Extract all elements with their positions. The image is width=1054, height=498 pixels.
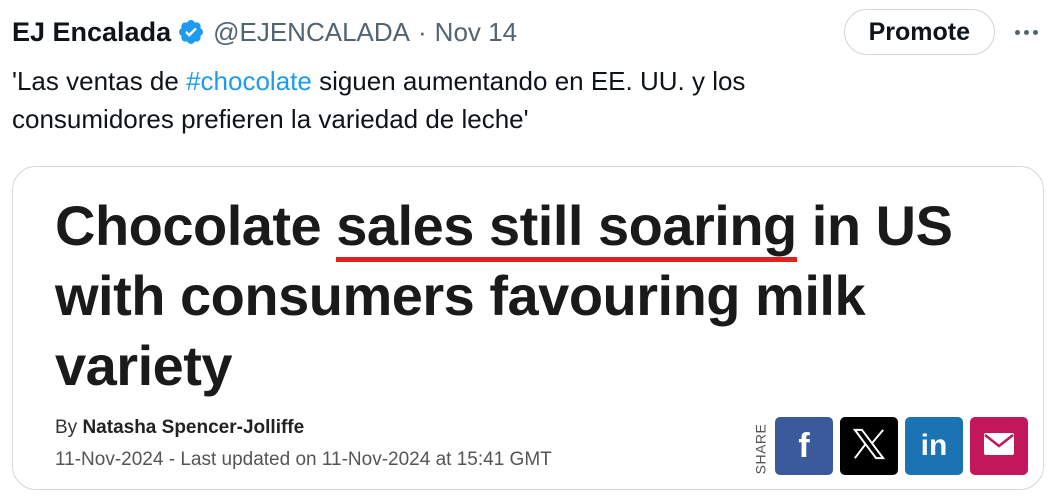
tweet-text-part: 'Las ventas de <box>12 66 187 96</box>
author-handle[interactable]: @EJENCALADA <box>213 17 410 48</box>
author-name[interactable]: EJ Encalada <box>12 17 171 48</box>
article-headline[interactable]: Chocolate sales still soaring in US with… <box>55 191 995 401</box>
link-card[interactable]: Chocolate sales still soaring in US with… <box>12 166 1044 490</box>
promote-button[interactable]: Promote <box>843 9 995 55</box>
byline-prefix: By <box>55 417 83 438</box>
linkedin-share-button[interactable]: in <box>905 417 963 475</box>
tweet-text: 'Las ventas de #chocolate siguen aumenta… <box>12 62 912 138</box>
tweet-header: EJ Encalada @EJENCALADA · Nov 14 Promote <box>12 9 1042 55</box>
byline-author: Natasha Spencer-Jolliffe <box>82 417 305 438</box>
hashtag-link[interactable]: #chocolate <box>186 66 312 96</box>
headline-part: Chocolate <box>55 194 337 257</box>
byline: By Natasha Spencer-Jolliffe <box>55 417 304 439</box>
facebook-share-button[interactable]: f <box>775 417 833 475</box>
mail-icon <box>983 432 1015 461</box>
separator: · <box>418 16 427 47</box>
verified-badge-icon[interactable] <box>177 18 205 46</box>
tweet-date[interactable]: Nov 14 <box>435 17 517 48</box>
article-timestamp: 11-Nov-2024 - Last updated on 11-Nov-202… <box>55 449 552 470</box>
share-label: SHARE <box>752 423 769 475</box>
email-share-button[interactable] <box>970 417 1028 475</box>
linkedin-icon: in <box>920 429 948 462</box>
headline-underlined: sales still soaring <box>336 194 797 262</box>
facebook-icon: f <box>798 426 810 465</box>
more-options-icon[interactable] <box>1011 26 1042 39</box>
x-share-button[interactable] <box>840 417 898 475</box>
x-icon <box>852 428 886 465</box>
